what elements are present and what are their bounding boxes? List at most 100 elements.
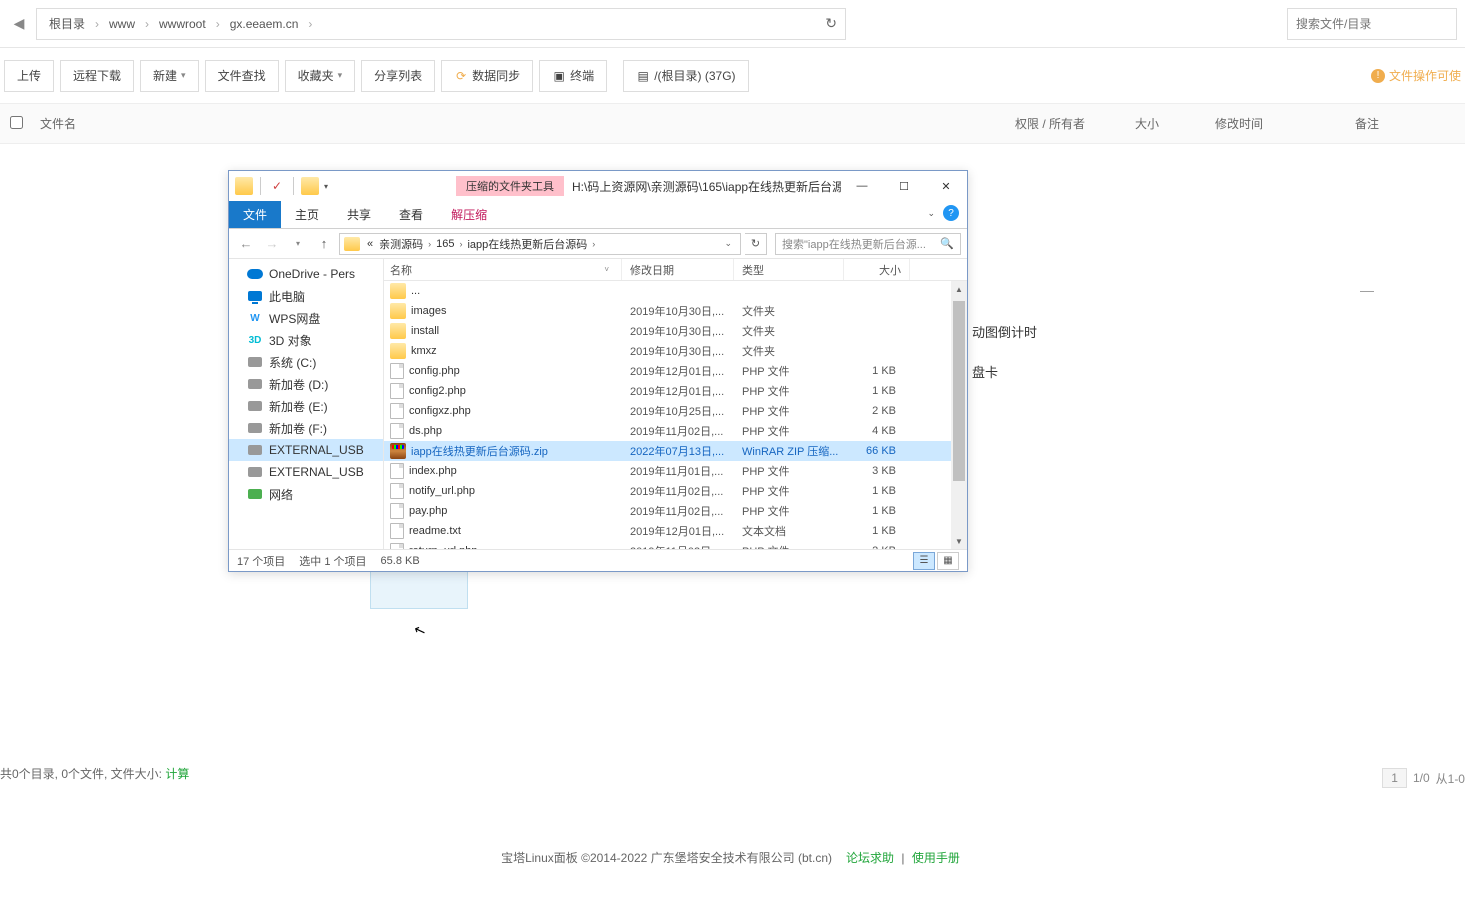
file-row[interactable]: configxz.php2019年10月25日,...PHP 文件2 KB — [384, 401, 967, 421]
close-button[interactable]: ✕ — [925, 172, 967, 200]
manual-link[interactable]: 使用手册 — [912, 851, 960, 865]
titlebar[interactable]: ✓ ▾ 压缩的文件夹工具 H:\码上资源网\亲测源码\165\iapp在线热更新… — [229, 171, 967, 201]
data-sync-button[interactable]: ⟳数据同步 — [441, 60, 533, 92]
favorites-button[interactable]: 收藏夹▾ — [285, 60, 356, 92]
sidebar-item[interactable]: EXTERNAL_USB — [229, 461, 383, 483]
file-list-panel: 名称˅ 修改日期 类型 大小 ...images2019年10月30日,...文… — [384, 259, 967, 549]
calculate-link[interactable]: 计算 — [165, 767, 189, 781]
address-dropdown-icon[interactable]: ⌄ — [724, 238, 736, 249]
ribbon-expand-icon[interactable]: ⌄ — [927, 208, 935, 219]
column-header-type[interactable]: 类型 — [734, 259, 844, 280]
chevron-right-icon[interactable]: › — [590, 239, 597, 249]
new-button[interactable]: 新建▾ — [140, 60, 199, 92]
file-row[interactable]: install2019年10月30日,...文件夹 — [384, 321, 967, 341]
file-row[interactable]: iapp在线热更新后台源码.zip2022年07月13日,...WinRAR Z… — [384, 441, 967, 461]
column-header-name[interactable]: 名称˅ — [384, 259, 622, 280]
address-prefix[interactable]: « — [364, 238, 376, 250]
address-segment[interactable]: 165 — [433, 238, 457, 250]
detail-collapse-icon[interactable]: — — [1360, 282, 1374, 298]
sidebar-item[interactable]: 新加卷 (F:) — [229, 417, 383, 439]
file-row[interactable]: pay.php2019年11月02日,...PHP 文件1 KB — [384, 501, 967, 521]
folder-icon[interactable] — [301, 177, 319, 195]
breadcrumb-item[interactable]: wwwroot — [155, 17, 210, 31]
file-row[interactable]: ... — [384, 281, 967, 301]
tab-share[interactable]: 共享 — [333, 201, 385, 228]
file-row[interactable]: notify_url.php2019年11月02日,...PHP 文件1 KB — [384, 481, 967, 501]
breadcrumb-item[interactable]: 根目录 — [45, 15, 89, 32]
column-header-date[interactable]: 修改日期 — [622, 259, 734, 280]
view-details-button[interactable]: ☰ — [913, 552, 935, 570]
nav-forward-button[interactable]: → — [261, 233, 283, 255]
chevron-right-icon[interactable]: › — [457, 239, 464, 249]
view-icons-button[interactable]: ▦ — [937, 552, 959, 570]
sidebar-item[interactable]: 网络 — [229, 483, 383, 505]
qat-dropdown-icon[interactable]: ▾ — [322, 182, 330, 191]
file-row[interactable]: return_url.php2019年11月02日,...PHP 文件2 KB — [384, 541, 967, 549]
column-size[interactable]: 大小 — [1135, 115, 1215, 132]
minimize-button[interactable]: — — [841, 172, 883, 200]
checkbox-all[interactable] — [10, 116, 40, 132]
column-remark[interactable]: 备注 — [1355, 115, 1455, 132]
tab-home[interactable]: 主页 — [281, 201, 333, 228]
help-icon[interactable]: ? — [943, 205, 959, 221]
file-row[interactable]: readme.txt2019年12月01日,...文本文档1 KB — [384, 521, 967, 541]
address-segment[interactable]: 亲测源码 — [376, 236, 426, 252]
file-row[interactable]: config2.php2019年12月01日,...PHP 文件1 KB — [384, 381, 967, 401]
nav-back-icon[interactable]: ◀ — [8, 8, 30, 40]
explorer-search-input[interactable]: 搜索"iapp在线热更新后台源... 🔍 — [775, 233, 961, 255]
file-list[interactable]: ...images2019年10月30日,...文件夹install2019年1… — [384, 281, 967, 549]
address-field[interactable]: « 亲测源码 › 165 › iapp在线热更新后台源码 › ⌄ — [339, 233, 741, 255]
file-name: install — [411, 325, 439, 337]
tab-file[interactable]: 文件 — [229, 201, 281, 228]
sidebar-item[interactable]: OneDrive - Pers — [229, 263, 383, 285]
remote-download-button[interactable]: 远程下载 — [60, 60, 134, 92]
column-permission[interactable]: 权限 / 所有者 — [1015, 115, 1135, 132]
upload-button[interactable]: 上传 — [4, 60, 54, 92]
nav-back-button[interactable]: ← — [235, 233, 257, 255]
tab-view[interactable]: 查看 — [385, 201, 437, 228]
forum-link[interactable]: 论坛求助 — [846, 851, 894, 865]
sidebar-item[interactable]: 新加卷 (E:) — [229, 395, 383, 417]
sidebar-item[interactable]: EXTERNAL_USB — [229, 439, 383, 461]
refresh-icon[interactable]: ↻ — [825, 15, 837, 32]
file-row[interactable]: index.php2019年11月01日,...PHP 文件3 KB — [384, 461, 967, 481]
column-mtime[interactable]: 修改时间 — [1215, 115, 1355, 132]
scrollbar[interactable]: ▲ ▼ — [951, 281, 967, 549]
maximize-button[interactable]: ☐ — [883, 172, 925, 200]
qat-check-icon[interactable]: ✓ — [268, 177, 286, 195]
sidebar-item[interactable]: 新加卷 (D:) — [229, 373, 383, 395]
root-disk-button[interactable]: ▤/(根目录) (37G) — [623, 60, 748, 92]
file-size: 3 KB — [844, 465, 904, 477]
file-row[interactable]: ds.php2019年11月02日,...PHP 文件4 KB — [384, 421, 967, 441]
sidebar-item[interactable]: 3D3D 对象 — [229, 329, 383, 351]
terminal-button[interactable]: ▣终端 — [539, 60, 607, 92]
file-date: 2019年12月01日,... — [622, 523, 734, 539]
sidebar-item[interactable]: 系统 (C:) — [229, 351, 383, 373]
nav-history-dropdown[interactable]: ▾ — [287, 233, 309, 255]
column-name[interactable]: 文件名 — [40, 115, 1015, 132]
breadcrumb-box[interactable]: 根目录 › www › wwwroot › gx.eeaem.cn › ↻ — [36, 8, 846, 40]
scroll-up-icon[interactable]: ▲ — [951, 281, 967, 297]
chevron-right-icon[interactable]: › — [426, 239, 433, 249]
scroll-thumb[interactable] — [953, 301, 965, 481]
address-segment[interactable]: iapp在线热更新后台源码 — [464, 236, 590, 252]
file-row[interactable]: kmxz2019年10月30日,...文件夹 — [384, 341, 967, 361]
folder-icon — [344, 237, 360, 251]
sidebar-item[interactable]: WWPS网盘 — [229, 307, 383, 329]
share-list-button[interactable]: 分享列表 — [361, 60, 435, 92]
scroll-down-icon[interactable]: ▼ — [951, 533, 967, 549]
file-row[interactable]: config.php2019年12月01日,...PHP 文件1 KB — [384, 361, 967, 381]
column-header-size[interactable]: 大小 — [844, 259, 910, 280]
sidebar-item[interactable]: 此电脑 — [229, 285, 383, 307]
file-row[interactable]: images2019年10月30日,...文件夹 — [384, 301, 967, 321]
explorer-sidebar[interactable]: OneDrive - Pers此电脑WWPS网盘3D3D 对象系统 (C:)新加… — [229, 259, 384, 549]
breadcrumb-item[interactable]: gx.eeaem.cn — [226, 17, 303, 31]
nav-up-button[interactable]: ↑ — [313, 233, 335, 255]
page-number[interactable]: 1 — [1382, 768, 1407, 788]
breadcrumb-item[interactable]: www — [105, 17, 139, 31]
search-input[interactable] — [1287, 8, 1457, 40]
refresh-button[interactable]: ↻ — [745, 233, 767, 255]
file-find-button[interactable]: 文件查找 — [205, 60, 279, 92]
tab-extract[interactable]: 解压缩 — [437, 201, 501, 228]
file-name: images — [411, 305, 446, 317]
